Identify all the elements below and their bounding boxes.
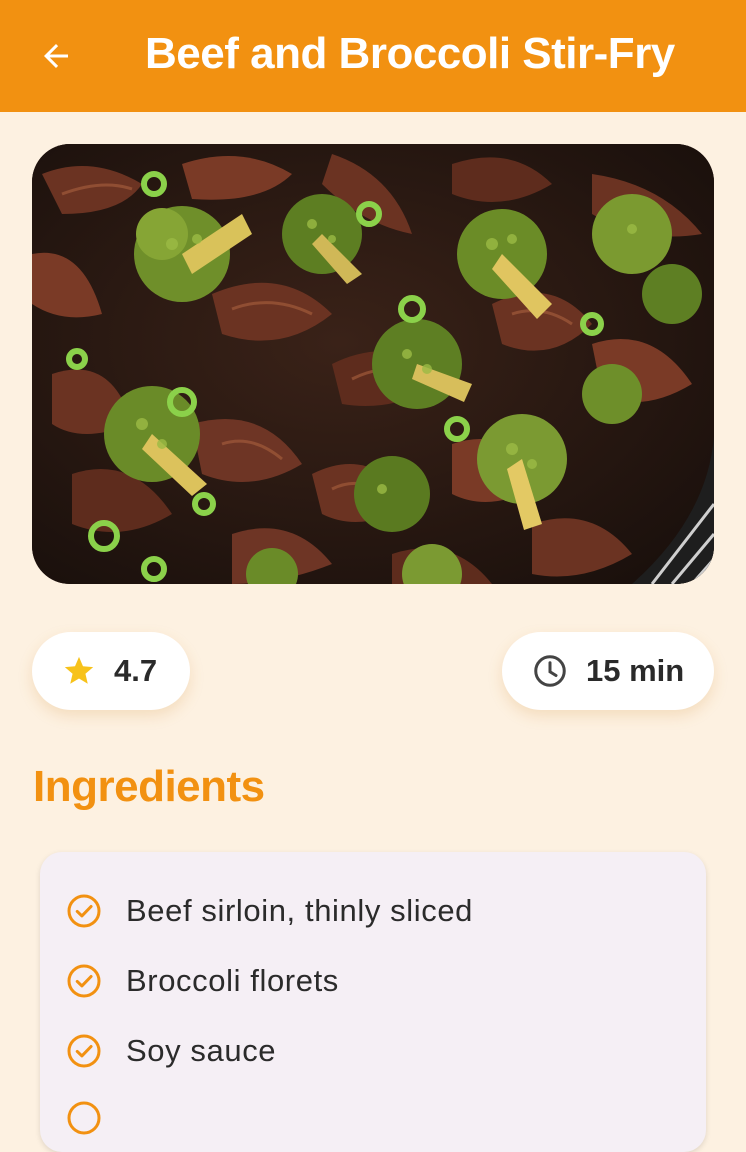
recipe-image: [32, 144, 714, 584]
check-circle-icon: [67, 894, 101, 928]
ingredient-item: Soy sauce: [66, 1031, 276, 1071]
clock-icon: [534, 655, 566, 687]
arrow-left-icon: [44, 44, 68, 68]
star-icon: [64, 656, 94, 684]
time-badge: 15 min: [502, 632, 714, 710]
ingredient-item: Broccoli florets: [66, 961, 339, 1001]
ingredients-card: Beef sirloin, thinly sliced Broccoli flo…: [40, 852, 706, 1152]
ingredient-label: Broccoli florets: [126, 963, 339, 998]
check-circle-icon: [67, 1034, 101, 1068]
ingredient-item: [66, 1098, 102, 1138]
rating-value: 4.7: [114, 653, 158, 688]
time-value: 15 min: [586, 653, 685, 688]
ingredient-item: Beef sirloin, thinly sliced: [66, 891, 473, 931]
ingredient-label: Beef sirloin, thinly sliced: [126, 893, 474, 928]
page-title: Beef and Broccoli Stir-Fry: [145, 29, 675, 78]
rating-badge: 4.7: [32, 632, 190, 710]
app-bar: Beef and Broccoli Stir-Fry: [0, 0, 746, 112]
ingredient-label: Soy sauce: [126, 1033, 277, 1068]
back-button[interactable]: [20, 20, 92, 92]
check-circle-icon: [67, 964, 101, 998]
check-circle-icon: [67, 1101, 101, 1135]
ingredients-heading: Ingredients: [33, 762, 265, 811]
